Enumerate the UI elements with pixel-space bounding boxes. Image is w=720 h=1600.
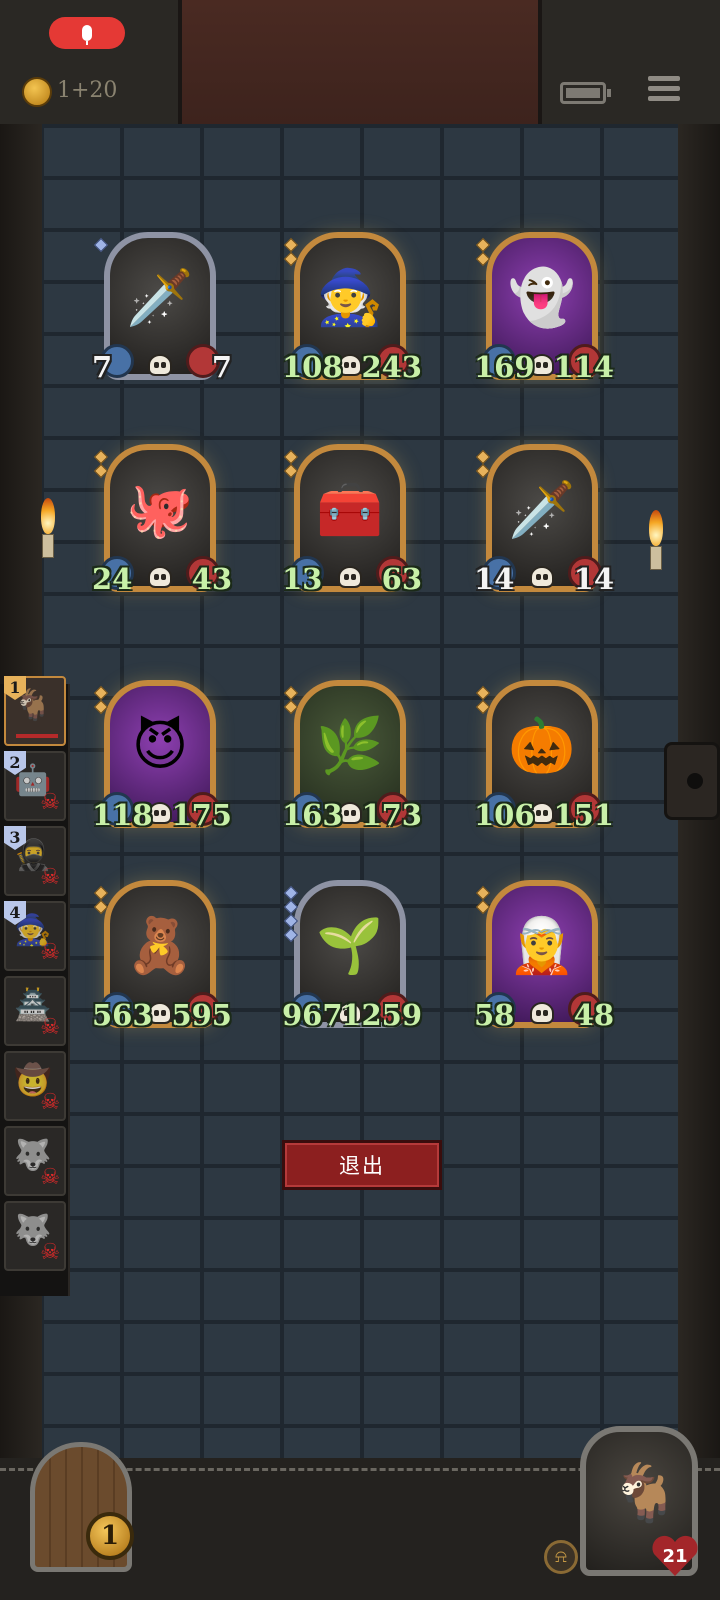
minion-card-pumpkin-ghost[interactable]: 🎃 106 151 [474, 680, 614, 840]
health-value: 1259 [341, 998, 422, 1032]
pumpkin-ghost-portrait-icon: 🎃 [508, 713, 576, 777]
minion-card-grinning-imp[interactable]: 😈 118 175 [92, 680, 232, 840]
tier-pips [283, 449, 299, 480]
goat-hero-icon: 🐐 [610, 1461, 680, 1526]
health-value: 14 [573, 562, 614, 596]
tier-pips [475, 449, 491, 480]
health-value: 63 [381, 562, 422, 596]
health-value: 173 [361, 798, 422, 832]
curtain-backdrop [178, 0, 542, 124]
defeated-skull-icon: ☠ [40, 940, 60, 965]
shop-door[interactable]: 1 [8, 1432, 154, 1582]
ghost-cauldron-portrait-icon: 👻 [508, 265, 576, 329]
tier-pips [93, 685, 109, 716]
coin-icon [22, 77, 52, 107]
skull-icon [338, 566, 362, 588]
witch-portrait-icon: 🧙 [316, 265, 384, 329]
health-value: 7 [211, 350, 232, 384]
recording-indicator[interactable] [49, 17, 125, 49]
health-value: 48 [573, 998, 614, 1032]
attack-value: 967 [282, 998, 343, 1032]
health-value: 595 [171, 998, 232, 1032]
defeated-skull-icon: ☠ [40, 1165, 60, 1190]
health-value: 243 [361, 350, 422, 384]
roster-slot[interactable]: 🐺 ☠ [4, 1201, 66, 1271]
tier-pips [283, 685, 299, 716]
tier-pips [475, 885, 491, 916]
teddy-bear-portrait-icon: 🧸 [126, 913, 194, 977]
roster-slot[interactable]: 🐐 1 [4, 676, 66, 746]
attack-value: 106 [474, 798, 535, 832]
attack-value: 108 [282, 350, 343, 384]
roster-slot[interactable]: 🤠 ☠ [4, 1051, 66, 1121]
tier-pips [93, 449, 109, 480]
minion-card-vine-crystal[interactable]: 🌿 163 173 [282, 680, 422, 840]
health-value: 151 [553, 798, 614, 832]
roster-slot[interactable]: 🤖 2 ☠ [4, 751, 66, 821]
leaf-sprite-portrait-icon: 🌱 [316, 913, 384, 977]
minion-card-dark-knight-gold[interactable]: 🗡️ 14 14 [474, 444, 614, 604]
battery-icon [560, 82, 611, 104]
grinning-imp-portrait-icon: 😈 [131, 713, 189, 777]
attack-value: 169 [474, 350, 535, 384]
tier-pips [93, 885, 109, 916]
mimic-chest-tentacle-portrait-icon: 🐙 [126, 477, 194, 541]
skull-icon [530, 566, 554, 588]
attack-value: 563 [92, 998, 153, 1032]
dark-knight-gold-portrait-icon: 🗡️ [508, 477, 576, 541]
exit-button[interactable]: 退出 [282, 1140, 442, 1190]
minion-card-witch[interactable]: 🧙 108 243 [282, 232, 422, 392]
defeated-skull-icon: ☠ [40, 790, 60, 815]
roster-slot[interactable]: 🧙 4 ☠ [4, 901, 66, 971]
attack-value: 7 [92, 350, 113, 384]
dark-knight-portrait-icon: 🗡️ [126, 265, 194, 329]
microphone-icon [82, 25, 92, 45]
left-torch-icon [38, 498, 58, 558]
top-bar: 1+20 [0, 0, 720, 124]
tier-pips [475, 237, 491, 268]
minion-card-dark-knight[interactable]: 🗡️ 7 7 [92, 232, 232, 392]
defeated-skull-icon: ☠ [40, 1240, 60, 1265]
opponent-health-bar [16, 734, 58, 738]
defeated-skull-icon: ☠ [40, 1090, 60, 1115]
tier-pips [283, 885, 299, 944]
health-value: 114 [553, 350, 614, 384]
tier-pips [475, 685, 491, 716]
chest-coin-count: 1 [86, 1512, 134, 1560]
opponent-roster: 🐐 1 🤖 2 ☠ 🥷 3 ☠ 🧙 4 ☠ 🏯 ☠ 🤠 ☠ 🐺 ☠ 🐺 ☠ [0, 676, 70, 1296]
attack-value: 24 [92, 562, 133, 596]
health-value: 43 [191, 562, 232, 596]
attack-value: 163 [282, 798, 343, 832]
defeated-skull-icon: ☠ [40, 1015, 60, 1040]
minion-card-ghost-cauldron[interactable]: 👻 169 114 [474, 232, 614, 392]
tier-pips [93, 237, 109, 254]
minion-card-mimic-chest-tentacle[interactable]: 🐙 24 43 [92, 444, 232, 604]
right-torch-icon [646, 510, 666, 570]
attack-value: 58 [474, 998, 515, 1032]
hamburger-menu-icon[interactable] [648, 76, 680, 106]
minion-card-dark-elf-sorceress[interactable]: 🧝 58 48 [474, 880, 614, 1040]
coin-counter: 1+20 [57, 78, 118, 103]
vine-crystal-portrait-icon: 🌿 [316, 713, 384, 777]
bell-icon[interactable]: ⍾ [544, 1540, 578, 1574]
side-door-knob[interactable] [664, 742, 720, 820]
attack-value: 118 [92, 798, 153, 832]
defeated-skull-icon: ☠ [40, 865, 60, 890]
attack-value: 13 [282, 562, 323, 596]
minion-card-teddy-bear[interactable]: 🧸 563 595 [92, 880, 232, 1040]
attack-value: 14 [474, 562, 515, 596]
mimic-treasure-chest-portrait-icon: 🧰 [316, 477, 384, 541]
skull-icon [148, 566, 172, 588]
health-value: 175 [171, 798, 232, 832]
roster-slot[interactable]: 🐺 ☠ [4, 1126, 66, 1196]
skull-icon [530, 1002, 554, 1024]
minion-card-mimic-treasure-chest[interactable]: 🧰 13 63 [282, 444, 422, 604]
roster-slot[interactable]: 🏯 ☠ [4, 976, 66, 1046]
skull-icon [148, 354, 172, 376]
dark-elf-sorceress-portrait-icon: 🧝 [508, 913, 576, 977]
minion-card-leaf-sprite[interactable]: 🌱 967 1259 [282, 880, 422, 1040]
tier-pips [283, 237, 299, 268]
roster-slot[interactable]: 🥷 3 ☠ [4, 826, 66, 896]
